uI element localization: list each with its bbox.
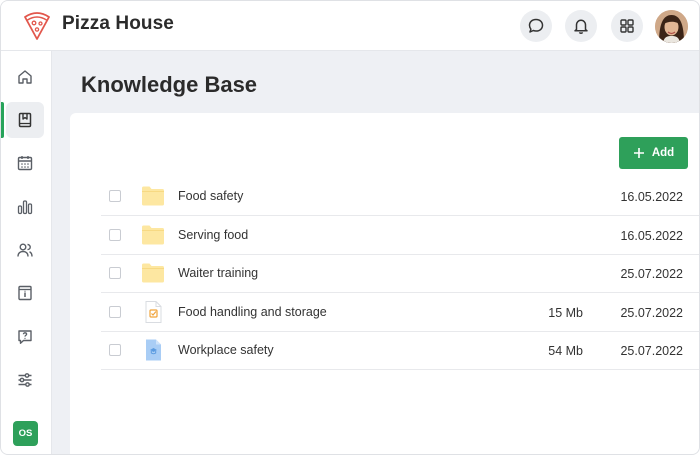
sidebar: OS: [1, 51, 52, 454]
bar-chart-icon: [17, 200, 33, 215]
file-date: 25.07.2022: [620, 344, 683, 358]
row-checkbox[interactable]: [109, 229, 121, 241]
file-name[interactable]: Waiter training: [178, 266, 258, 280]
folder-icon: [142, 225, 164, 245]
row-checkbox[interactable]: [109, 190, 121, 202]
sidebar-item-knowledge-base[interactable]: [6, 102, 44, 138]
sidebar-item-calendar[interactable]: [6, 145, 44, 181]
folder-icon: [142, 186, 164, 206]
file-name[interactable]: Workplace safety: [178, 343, 274, 357]
sidebar-item-help[interactable]: [6, 319, 44, 355]
sidebar-item-settings[interactable]: [6, 362, 44, 398]
course-document-icon: [146, 339, 161, 361]
home-icon: [18, 70, 32, 84]
table-row[interactable]: Food safety 16.05.2022: [101, 178, 699, 216]
file-name[interactable]: Serving food: [178, 228, 248, 242]
sidebar-item-home[interactable]: [6, 59, 44, 95]
chat-button[interactable]: [520, 10, 552, 42]
knowledge-base-card: Add Food safety 16.05.2022 Serving food …: [70, 113, 699, 454]
app-title: Pizza House: [62, 13, 174, 34]
user-avatar[interactable]: [655, 10, 688, 43]
file-name[interactable]: Food handling and storage: [178, 305, 327, 319]
file-date: 25.07.2022: [620, 306, 683, 320]
file-date: 25.07.2022: [620, 267, 683, 281]
table-row[interactable]: Serving food 16.05.2022: [101, 217, 699, 255]
notifications-button[interactable]: [565, 10, 597, 42]
table-row[interactable]: Food handling and storage 15 Mb 25.07.20…: [101, 294, 699, 332]
file-date: 16.05.2022: [620, 190, 683, 204]
book-icon: [18, 112, 32, 128]
add-button[interactable]: Add: [619, 137, 688, 169]
bell-icon: [574, 19, 588, 34]
user-initials-badge[interactable]: OS: [13, 421, 38, 446]
apps-button[interactable]: [611, 10, 643, 42]
file-name[interactable]: Food safety: [178, 189, 243, 203]
file-size: 54 Mb: [548, 344, 583, 358]
row-checkbox[interactable]: [109, 344, 121, 356]
row-checkbox[interactable]: [109, 306, 121, 318]
row-checkbox[interactable]: [109, 267, 121, 279]
folder-icon: [142, 263, 164, 283]
pizza-slice-icon[interactable]: [21, 10, 53, 42]
add-button-label: Add: [651, 147, 675, 159]
sliders-icon: [18, 373, 32, 387]
table-row[interactable]: Waiter training 25.07.2022: [101, 255, 699, 293]
calendar-icon: [17, 156, 33, 171]
page-title: Knowledge Base: [81, 72, 258, 97]
checklist-document-icon: [145, 301, 162, 323]
sidebar-item-info[interactable]: [6, 275, 44, 311]
chat-bubble-icon: [528, 18, 544, 33]
sidebar-item-analytics[interactable]: [6, 189, 44, 225]
info-box-icon: [18, 285, 32, 301]
users-icon: [17, 243, 33, 257]
active-indicator: [1, 102, 4, 138]
plus-icon: [633, 148, 644, 158]
file-size: 15 Mb: [548, 306, 583, 320]
help-chat-icon: [18, 330, 32, 344]
apps-grid-icon: [620, 19, 634, 33]
top-header: Pizza House: [1, 1, 699, 51]
table-row[interactable]: Workplace safety 54 Mb 25.07.2022: [101, 332, 699, 370]
app-window: Pizza House OS Knowledge Base Add Food s…: [0, 0, 700, 455]
sidebar-item-users[interactable]: [6, 232, 44, 268]
avatar-portrait-icon: [655, 10, 688, 43]
file-date: 16.05.2022: [620, 229, 683, 243]
